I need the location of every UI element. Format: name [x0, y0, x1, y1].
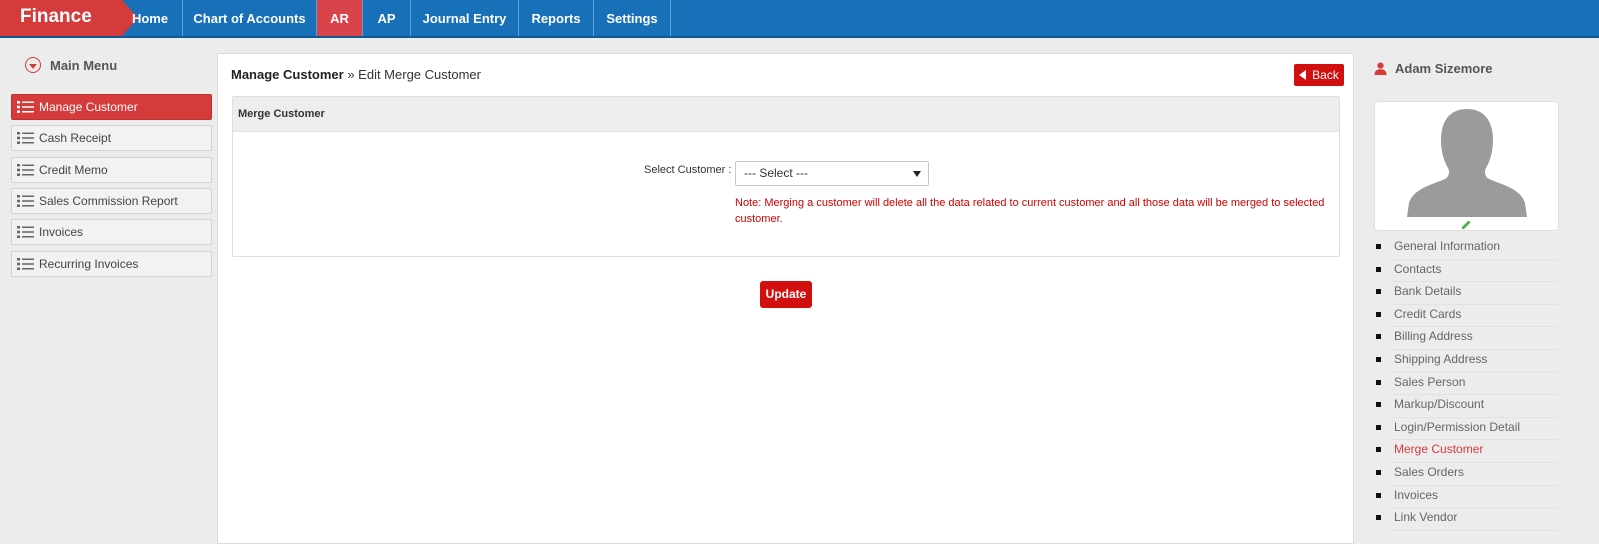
user-icon: [1374, 62, 1387, 75]
nav-journal-entry[interactable]: Journal Entry: [411, 0, 519, 36]
pencil-edit-icon[interactable]: [1461, 219, 1472, 230]
breadcrumb-parent[interactable]: Manage Customer: [231, 67, 344, 82]
link-shipping-address[interactable]: Shipping Address: [1376, 350, 1559, 373]
back-button-label: Back: [1312, 68, 1339, 82]
back-button[interactable]: Back: [1294, 64, 1344, 86]
update-button[interactable]: Update: [760, 281, 812, 308]
nav-reports[interactable]: Reports: [519, 0, 594, 36]
link-link-vendor[interactable]: Link Vendor: [1376, 508, 1559, 531]
link-sales-orders[interactable]: Sales Orders: [1376, 463, 1559, 486]
menu-item-manage-customer[interactable]: Manage Customer: [11, 94, 212, 120]
menu-item-label: Sales Commission Report: [39, 194, 178, 208]
user-name: Adam Sizemore: [1395, 61, 1493, 76]
link-contacts[interactable]: Contacts: [1376, 260, 1559, 283]
customer-links: General Information Contacts Bank Detail…: [1374, 237, 1559, 531]
nav-home[interactable]: Home: [118, 0, 183, 36]
menu-item-label: Recurring Invoices: [39, 257, 139, 271]
merge-warning-note: Note: Merging a customer will delete all…: [735, 197, 1325, 225]
main-menu-title: Main Menu: [50, 57, 118, 73]
list-icon: [17, 226, 34, 238]
list-icon: [17, 195, 34, 207]
menu-item-credit-memo[interactable]: Credit Memo: [11, 157, 212, 183]
top-navbar: Finance Home Chart of Accounts AR AP Jou…: [0, 0, 1599, 38]
list-icon: [17, 258, 34, 270]
list-icon: [17, 132, 34, 144]
list-icon: [17, 164, 34, 176]
back-arrow-icon: [1299, 70, 1307, 80]
user-header: Adam Sizemore: [1374, 61, 1493, 76]
menu-item-recurring-invoices[interactable]: Recurring Invoices: [11, 251, 212, 277]
link-credit-cards[interactable]: Credit Cards: [1376, 305, 1559, 328]
menu-item-label: Invoices: [39, 225, 84, 239]
dropdown-arrow-icon: [913, 171, 921, 177]
menu-item-invoices[interactable]: Invoices: [11, 219, 212, 245]
link-markup-discount[interactable]: Markup/Discount: [1376, 395, 1559, 418]
nav-settings[interactable]: Settings: [594, 0, 671, 36]
menu-item-cash-receipt[interactable]: Cash Receipt: [11, 125, 212, 151]
menu-item-label: Credit Memo: [39, 163, 108, 177]
customer-select-value: --- Select ---: [744, 166, 808, 180]
link-bank-details[interactable]: Bank Details: [1376, 282, 1559, 305]
menu-item-label: Manage Customer: [39, 100, 138, 114]
link-merge-customer[interactable]: Merge Customer: [1376, 440, 1559, 463]
section-title: Merge Customer: [233, 97, 1339, 132]
main-menu-header[interactable]: Main Menu: [25, 57, 117, 73]
nav-ar[interactable]: AR: [317, 0, 363, 36]
brand-logo[interactable]: Finance: [0, 0, 138, 36]
link-invoices[interactable]: Invoices: [1376, 486, 1559, 509]
avatar-silhouette-icon: [1407, 109, 1527, 217]
customer-select[interactable]: --- Select ---: [735, 161, 929, 186]
link-login-permission-detail[interactable]: Login/Permission Detail: [1376, 418, 1559, 441]
nav-chart-of-accounts[interactable]: Chart of Accounts: [183, 0, 317, 36]
main-panel: Manage Customer » Edit Merge Customer Ba…: [217, 53, 1354, 544]
link-sales-person[interactable]: Sales Person: [1376, 373, 1559, 396]
chevron-down-circle-icon: [25, 57, 41, 73]
nav-ap[interactable]: AP: [363, 0, 411, 36]
list-icon: [17, 101, 34, 113]
menu-item-sales-commission-report[interactable]: Sales Commission Report: [11, 188, 212, 214]
breadcrumb-separator: »: [343, 67, 359, 82]
link-general-information[interactable]: General Information: [1376, 237, 1559, 260]
link-billing-address[interactable]: Billing Address: [1376, 327, 1559, 350]
select-customer-label: Select Customer :: [644, 164, 732, 176]
breadcrumb: Manage Customer » Edit Merge Customer: [231, 67, 481, 82]
merge-customer-panel: Merge Customer Select Customer : --- Sel…: [232, 96, 1340, 257]
avatar: [1374, 101, 1559, 231]
menu-item-label: Cash Receipt: [39, 131, 112, 145]
breadcrumb-current: Edit Merge Customer: [358, 67, 481, 82]
